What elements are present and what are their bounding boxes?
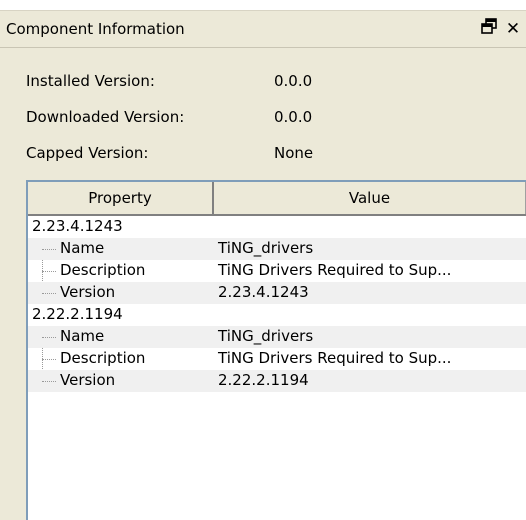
panel-titlebar: Component Information ✕ bbox=[0, 11, 526, 48]
group-label: 2.22.2.1194 bbox=[32, 305, 123, 323]
float-window-icon[interactable] bbox=[478, 17, 500, 41]
tree-branch bbox=[42, 337, 56, 338]
property-value: 2.22.2.1194 bbox=[218, 371, 309, 389]
property-name: Version bbox=[60, 371, 116, 389]
float-window-icon-glyph bbox=[481, 18, 497, 34]
property-value: TiNG Drivers Required to Sup... bbox=[218, 261, 452, 279]
tree-branch bbox=[42, 359, 56, 360]
property-value: TiNG Drivers Required to Sup... bbox=[218, 349, 452, 367]
property-value: 2.23.4.1243 bbox=[218, 283, 309, 301]
downloaded-version-value: 0.0.0 bbox=[274, 108, 313, 126]
column-header-property[interactable]: Property bbox=[28, 182, 214, 214]
tree-branch bbox=[42, 249, 56, 250]
property-name: Version bbox=[60, 283, 116, 301]
tree-branch bbox=[42, 293, 56, 294]
table-row[interactable]: Name TiNG_drivers bbox=[28, 238, 526, 260]
panel-top-edge bbox=[0, 0, 526, 11]
component-information-panel: Component Information ✕ Installed Versio… bbox=[0, 0, 526, 520]
group-row[interactable]: 2.22.2.1194 bbox=[28, 304, 526, 326]
property-name: Name bbox=[60, 327, 105, 345]
table-row[interactable]: Name TiNG_drivers bbox=[28, 326, 526, 348]
grid-header: Property Value bbox=[28, 182, 526, 216]
property-name: Description bbox=[60, 261, 146, 279]
tree-branch bbox=[42, 271, 56, 272]
property-name: Description bbox=[60, 349, 146, 367]
table-row[interactable]: Version 2.22.2.1194 bbox=[28, 370, 526, 392]
property-value: TiNG_drivers bbox=[218, 239, 314, 257]
property-name: Name bbox=[60, 239, 105, 257]
group-row[interactable]: 2.23.4.1243 bbox=[28, 216, 526, 238]
downloaded-version-label: Downloaded Version: bbox=[26, 108, 185, 126]
property-value: TiNG_drivers bbox=[218, 327, 314, 345]
group-label: 2.23.4.1243 bbox=[32, 217, 123, 235]
table-row[interactable]: Description TiNG Drivers Required to Sup… bbox=[28, 348, 526, 370]
tree-branch bbox=[42, 381, 56, 382]
close-icon[interactable]: ✕ bbox=[502, 17, 524, 41]
panel-title: Component Information bbox=[6, 20, 185, 38]
capped-version-value: None bbox=[274, 144, 314, 162]
capped-version-label: Capped Version: bbox=[26, 144, 149, 162]
table-row[interactable]: Description TiNG Drivers Required to Sup… bbox=[28, 260, 526, 282]
property-grid[interactable]: Property Value 2.23.4.1243 Name TiNG_dri… bbox=[26, 180, 526, 520]
table-row[interactable]: Version 2.23.4.1243 bbox=[28, 282, 526, 304]
installed-version-value: 0.0.0 bbox=[274, 72, 313, 90]
column-header-value[interactable]: Value bbox=[214, 182, 526, 214]
installed-version-label: Installed Version: bbox=[26, 72, 155, 90]
